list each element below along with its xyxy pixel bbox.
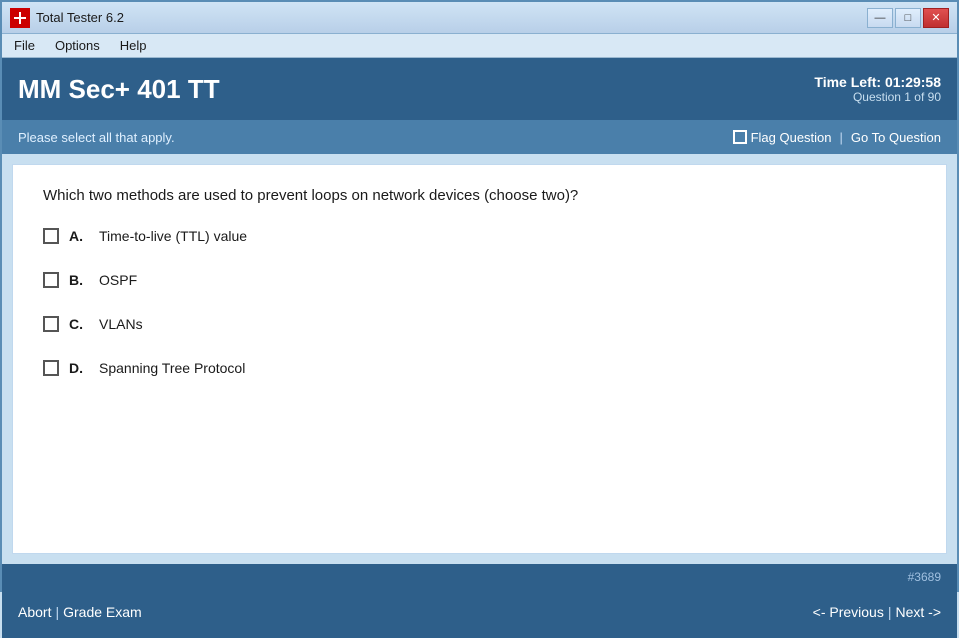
window-controls: — □ ✕ [867, 8, 949, 28]
menu-options[interactable]: Options [47, 36, 108, 55]
answer-label-c: C. [69, 316, 89, 332]
answer-option-b: B. OSPF [43, 272, 916, 288]
answer-option-d: D. Spanning Tree Protocol [43, 360, 916, 376]
checkbox-d[interactable] [43, 360, 59, 376]
answer-label-a: A. [69, 228, 89, 244]
go-to-question-button[interactable]: Go To Question [851, 130, 941, 145]
footer-sep1: | [55, 604, 59, 620]
header-bar: MM Sec+ 401 TT Time Left: 01:29:58 Quest… [2, 58, 957, 120]
question-text: Which two methods are used to prevent lo… [43, 185, 916, 208]
abort-button[interactable]: Abort [18, 604, 51, 620]
time-value: 01:29:58 [885, 74, 941, 90]
window-title: Total Tester 6.2 [36, 10, 124, 25]
checkbox-a[interactable] [43, 228, 59, 244]
grade-exam-button[interactable]: Grade Exam [63, 604, 142, 620]
footer-right: <- Previous | Next -> [813, 604, 941, 620]
action-separator: | [840, 130, 843, 145]
timer-display: Time Left: 01:29:58 [814, 74, 941, 90]
checkbox-b[interactable] [43, 272, 59, 288]
title-bar-left: Total Tester 6.2 [10, 8, 124, 28]
footer-bar: Abort | Grade Exam <- Previous | Next -> [2, 586, 957, 638]
answer-label-d: D. [69, 360, 89, 376]
question-area: Which two methods are used to prevent lo… [12, 164, 947, 554]
answer-label-b: B. [69, 272, 89, 288]
footer-left: Abort | Grade Exam [18, 604, 142, 620]
flag-question-label: Flag Question [751, 130, 832, 145]
question-info: Question 1 of 90 [814, 90, 941, 104]
previous-button[interactable]: <- Previous [813, 604, 884, 620]
answer-text-a: Time-to-live (TTL) value [99, 228, 247, 244]
answer-text-b: OSPF [99, 272, 137, 288]
timer-info: Time Left: 01:29:58 Question 1 of 90 [814, 74, 941, 104]
answer-option-a: A. Time-to-live (TTL) value [43, 228, 916, 244]
answer-option-c: C. VLANs [43, 316, 916, 332]
title-bar: Total Tester 6.2 — □ ✕ [2, 2, 957, 34]
answer-text-c: VLANs [99, 316, 143, 332]
next-button[interactable]: Next -> [895, 604, 941, 620]
flag-checkbox[interactable] [733, 130, 747, 144]
footer-sep2: | [888, 604, 892, 620]
menu-bar: File Options Help [2, 34, 957, 58]
checkbox-c[interactable] [43, 316, 59, 332]
instruction-text: Please select all that apply. [18, 130, 175, 145]
maximize-button[interactable]: □ [895, 8, 921, 28]
exam-title: MM Sec+ 401 TT [18, 74, 220, 105]
minimize-button[interactable]: — [867, 8, 893, 28]
app-icon [10, 8, 30, 28]
time-left-label: Time Left: [814, 74, 881, 90]
flag-question-control[interactable]: Flag Question [733, 130, 832, 145]
menu-file[interactable]: File [6, 36, 43, 55]
close-button[interactable]: ✕ [923, 8, 949, 28]
instruction-bar: Please select all that apply. Flag Quest… [2, 120, 957, 154]
answer-text-d: Spanning Tree Protocol [99, 360, 245, 376]
question-actions: Flag Question | Go To Question [733, 130, 941, 145]
menu-help[interactable]: Help [112, 36, 155, 55]
question-id: #3689 [908, 570, 941, 584]
